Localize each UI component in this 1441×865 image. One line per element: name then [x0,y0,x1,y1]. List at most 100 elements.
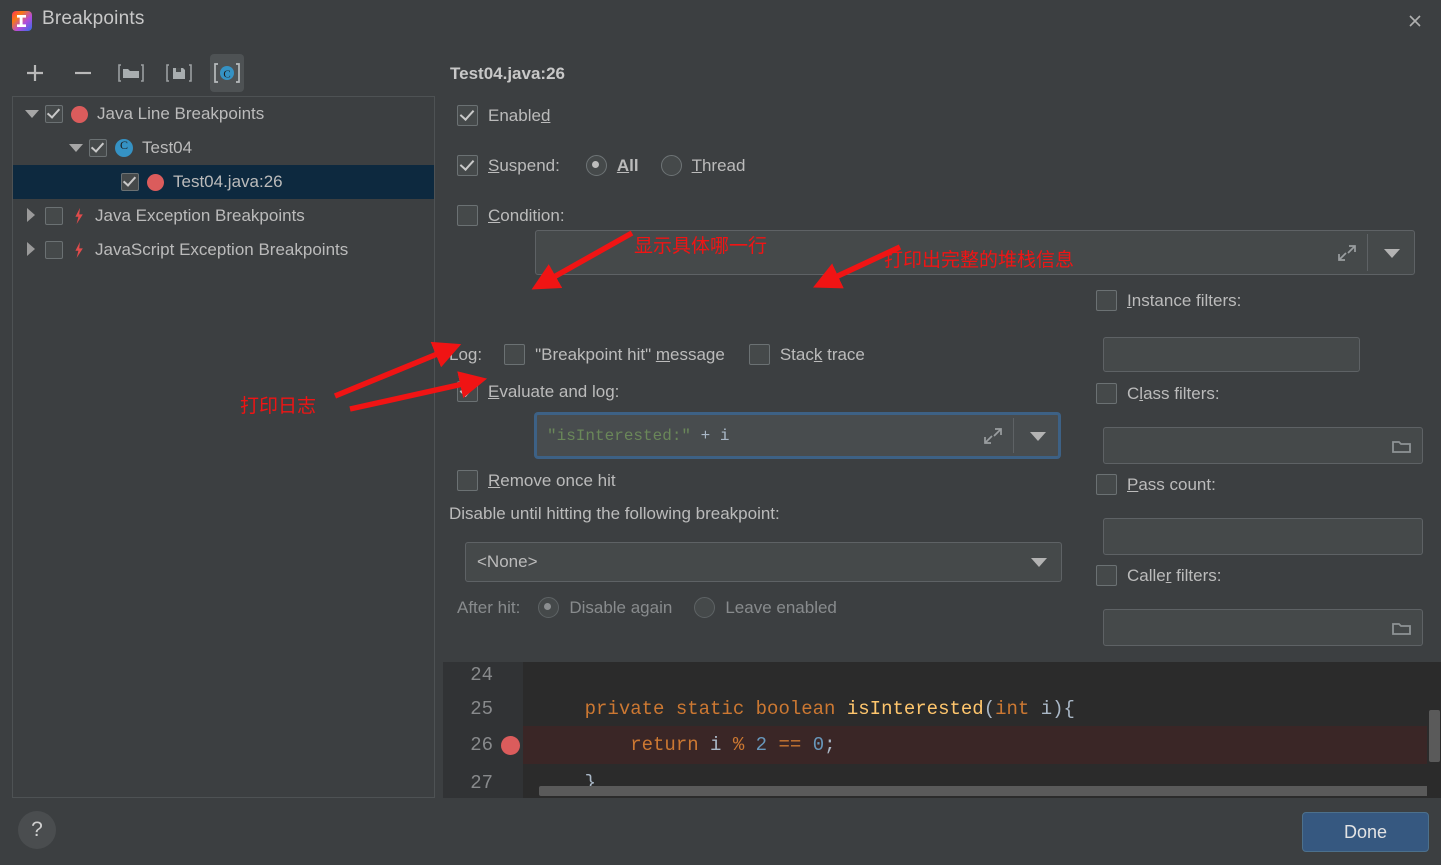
remove-once-hit-checkbox[interactable] [457,470,478,491]
tree-row-label: Test04 [142,138,193,157]
tree-row-java-line-breakpoints[interactable]: Java Line Breakpoints [13,97,434,131]
instance-filters-row[interactable]: Instance filters: [1096,290,1436,311]
disable-until-row: Disable until hitting the following brea… [449,504,780,524]
condition-input[interactable] [535,230,1415,275]
suspend-row[interactable]: Suspend: All Thread [457,155,745,176]
condition-row[interactable]: Condition: [457,205,565,226]
expand-icon[interactable] [982,425,1004,447]
suspend-checkbox[interactable] [457,155,478,176]
done-button[interactable]: Done [1302,812,1429,852]
group-by-class-button[interactable]: C [210,54,244,92]
remove-once-hit-row[interactable]: Remove once hit [457,470,616,491]
chevron-down-icon[interactable] [1384,248,1400,258]
tree-checkbox[interactable] [121,173,139,191]
enabled-label: Enabled [488,105,551,125]
chevron-right-icon[interactable] [25,242,39,257]
code-line-number: 27 [470,772,493,794]
code-vertical-scrollbar[interactable] [1427,662,1441,798]
instance-filters-label: Instance filters: [1127,290,1242,310]
evaluate-and-log-row[interactable]: Evaluate and log: [457,381,619,402]
remove-once-hit-label: Remove once hit [488,470,616,490]
evaluate-and-log-label: Evaluate and log: [488,381,620,401]
code-line: 25 private static boolean isInterested(i… [443,690,1441,728]
suspend-all-radio[interactable] [585,155,607,176]
code-preview[interactable]: 24 25 private static boolean isIntereste… [443,662,1441,798]
disable-until-select[interactable]: <None> [465,542,1062,582]
tree-row-test04-java-26[interactable]: Test04.java:26 [13,165,434,199]
pass-count-row[interactable]: Pass count: [1096,474,1216,495]
tree-row-label: Java Exception Breakpoints [95,206,305,225]
caller-filters-input[interactable] [1103,609,1423,646]
chevron-down-icon[interactable] [1030,431,1046,441]
remove-breakpoint-button[interactable] [66,54,100,92]
log-message-checkbox[interactable] [504,344,526,365]
exception-bolt-icon [71,241,87,259]
folder-icon[interactable] [1392,620,1412,636]
breakpoint-dot-icon [147,173,164,191]
tree-checkbox[interactable] [89,139,107,157]
scrollbar-thumb[interactable] [1429,710,1440,762]
add-breakpoint-button[interactable] [18,54,52,92]
tree-checkbox[interactable] [45,241,63,259]
class-filters-row[interactable]: Class filters: [1096,383,1220,404]
plus-icon [27,65,43,81]
tree-row-label: Test04.java:26 [173,172,283,191]
import-breakpoints-button[interactable] [114,54,148,92]
breakpoint-dot-icon[interactable] [501,736,520,755]
after-hit-row[interactable]: After hit: Disable again Leave enabled [457,597,837,618]
enabled-checkbox[interactable] [457,105,478,126]
tree-row-label: JavaScript Exception Breakpoints [95,240,349,259]
evaluate-and-log-checkbox[interactable] [457,381,478,402]
condition-checkbox[interactable] [457,205,478,226]
export-breakpoints-button[interactable] [162,54,196,92]
tree-row-java-exception-breakpoints[interactable]: Java Exception Breakpoints [13,199,434,233]
class-filters-checkbox[interactable] [1096,383,1117,404]
chevron-down-icon[interactable] [25,107,39,121]
after-hit-disable-again-label: Disable again [569,597,673,617]
after-hit-leave-enabled-radio[interactable] [694,597,716,618]
tree-row-label: Java Line Breakpoints [97,104,265,123]
tree-row-test04[interactable]: Test04 [13,131,434,165]
help-label: ? [31,818,43,841]
breakpoints-tree[interactable]: Java Line Breakpoints Test04 Test04.java… [12,96,435,798]
caller-filters-checkbox[interactable] [1096,565,1117,586]
evaluate-expression-input[interactable]: "isInterested:" + i [535,413,1060,458]
after-hit-disable-again-radio[interactable] [538,597,560,618]
folder-icon[interactable] [1392,438,1412,454]
instance-filters-input[interactable] [1103,337,1360,372]
breakpoints-dialog: Breakpoints C Java Line Breakpoints C Te… [0,0,1441,865]
tree-checkbox[interactable] [45,105,63,123]
enabled-row[interactable]: Enabled [457,105,550,126]
field-divider [1367,234,1368,271]
filters-panel: Instance filters: ... Class filters: Pas… [1096,290,1436,646]
suspend-label: Suspend: [488,155,560,175]
code-line-number: 25 [470,698,493,720]
code-horizontal-scrollbar[interactable] [539,786,1441,796]
class-filters-input[interactable] [1103,427,1423,464]
chevron-right-icon[interactable] [25,208,39,223]
class-c-icon: C [214,63,240,83]
pass-count-label: Pass count: [1127,474,1216,494]
pass-count-input[interactable] [1103,518,1423,555]
tree-checkbox[interactable] [45,207,63,225]
suspend-thread-radio[interactable] [660,155,682,176]
pass-count-checkbox[interactable] [1096,474,1117,495]
disable-until-label: Disable until hitting the following brea… [449,504,780,523]
class-icon [115,138,133,157]
tree-row-javascript-exception-breakpoints[interactable]: JavaScript Exception Breakpoints [13,233,434,267]
caller-filters-label: Caller filters: [1127,565,1222,585]
caller-filters-row[interactable]: Caller filters: [1096,565,1221,586]
chevron-down-icon[interactable] [69,141,83,155]
help-question-icon[interactable]: ? [18,811,56,849]
log-row: Log: "Breakpoint hit" message Stack trac… [449,344,865,365]
log-label: Log: [449,344,483,364]
code-line-number: 26 [470,734,493,756]
close-icon[interactable] [1399,6,1431,34]
expand-icon[interactable] [1336,242,1358,264]
stack-trace-checkbox[interactable] [748,344,770,365]
chevron-down-icon[interactable] [1031,558,1047,567]
save-floppy-icon [166,64,192,82]
instance-filters-checkbox[interactable] [1096,290,1117,311]
